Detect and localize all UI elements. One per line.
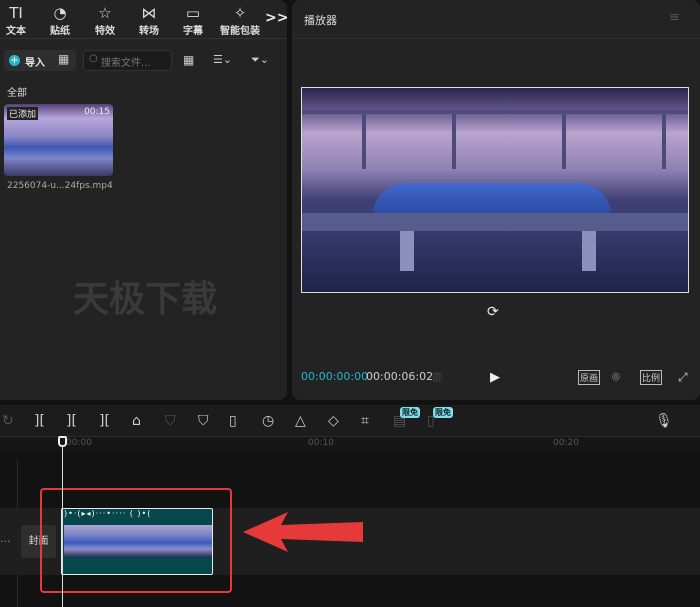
ruler-label: 00:20	[553, 438, 579, 448]
reverse-play-icon[interactable]: ◷	[262, 413, 274, 429]
timeline-grid-icon[interactable]: ▥	[432, 370, 442, 383]
more-tabs-button[interactable]: >>	[265, 10, 288, 26]
tab-label: 贴纸	[50, 26, 70, 37]
divider	[292, 38, 700, 39]
rotate-icon[interactable]: ⟳	[487, 304, 499, 320]
playhead[interactable]	[62, 437, 63, 607]
original-quality-button[interactable]: 原画	[578, 370, 601, 385]
tab-transition[interactable]: ⋈ 转场	[129, 4, 169, 37]
sticker-icon: ◔	[53, 4, 67, 22]
current-time: 00:00:00:00	[301, 370, 369, 383]
marker-icon[interactable]: ⛉	[198, 413, 209, 429]
import-label: 导入	[25, 58, 45, 69]
more-icon[interactable]: ···	[0, 535, 11, 548]
media-thumbnail[interactable]: 已添加 00:15	[4, 104, 113, 176]
tab-effects[interactable]: ☆ 特效	[85, 4, 125, 37]
media-panel: TI 文本 ◔ 贴纸 ☆ 特效 ⋈ 转场 ▭ 字幕 ✧ 智能包装 >> + 导入 ▦ ○ 搜索…	[0, 0, 288, 400]
tab-text[interactable]: TI 文本	[0, 4, 36, 37]
filter-all[interactable]: 全部	[7, 84, 27, 99]
tab-subtitle[interactable]: ▭ 字幕	[173, 4, 213, 37]
ratio-button[interactable]: 比例	[640, 370, 663, 385]
filter-icon[interactable]: ⏷⌄	[251, 53, 269, 67]
media-duration: 00:15	[84, 107, 110, 117]
limited-free-badge: 限免	[433, 407, 453, 418]
split-right-icon[interactable]: ][	[99, 413, 110, 429]
tab-sticker[interactable]: ◔ 贴纸	[40, 4, 80, 37]
crop-icon[interactable]: ⌗	[361, 413, 369, 429]
ruler-label: 00:00	[66, 438, 92, 448]
road	[302, 213, 688, 231]
redo-icon[interactable]: ↻	[2, 413, 14, 429]
tab-label: 智能包装	[220, 26, 260, 37]
playhead-handle[interactable]	[58, 436, 67, 447]
play-button[interactable]: ▶	[490, 370, 500, 385]
split-left-icon[interactable]: ][	[66, 413, 77, 429]
grid-view-icon[interactable]: ▦	[183, 53, 194, 67]
ruler-label: 00:10	[308, 438, 334, 448]
screenshot-icon[interactable]: ⌾	[612, 370, 620, 385]
search-placeholder: 搜索文件...	[101, 58, 151, 69]
mirror-icon[interactable]: △	[295, 413, 306, 429]
edit-toolbar: ↻ ][ ][ ][ ⌂ ⛉ ⛉ ▯ ◷ △ ◇ ⌗ ▤ ▯ 🎙	[0, 405, 700, 437]
tab-label: 转场	[139, 26, 159, 37]
subtitle-icon: ▭	[185, 4, 201, 22]
player-title: 播放器	[304, 14, 337, 27]
split-icon[interactable]: ][	[34, 413, 45, 429]
media-filename: 2256074-u...24fps.mp4	[7, 181, 113, 191]
search-icon: ○	[89, 53, 98, 64]
total-time: 00:00:06:02	[366, 370, 434, 383]
transition-icon: ⋈	[141, 4, 157, 22]
tab-smart-pack[interactable]: ✧ 智能包装	[218, 4, 262, 37]
plus-icon: +	[9, 55, 20, 66]
arrow-annotation	[243, 512, 363, 552]
timeline-ruler[interactable]: 00:00 00:10 00:20	[0, 437, 700, 451]
freeze-icon[interactable]: ▯	[229, 413, 237, 429]
qr-icon[interactable]: ▦	[58, 52, 69, 66]
far-bridge	[302, 110, 688, 114]
highlight-box	[40, 488, 232, 593]
fullscreen-icon[interactable]: ⤢	[678, 370, 688, 385]
sort-icon[interactable]: ☰⌄	[213, 53, 232, 66]
added-badge: 已添加	[7, 107, 39, 120]
ai-shield-icon[interactable]: ⛉	[165, 413, 176, 429]
tab-label: 文本	[6, 26, 26, 37]
effects-icon: ☆	[98, 4, 112, 22]
delete-icon[interactable]: ⌂	[132, 413, 141, 429]
limited-free-badge: 限免	[400, 407, 420, 418]
microphone-icon[interactable]: 🎙	[655, 413, 673, 429]
rotate-tool-icon[interactable]: ◇	[328, 413, 339, 429]
import-button[interactable]: + 导入 ▦	[4, 50, 76, 71]
video-preview[interactable]	[301, 87, 689, 293]
tab-label: 字幕	[183, 26, 203, 37]
tab-label: 特效	[95, 26, 115, 37]
smart-pack-icon: ✧	[233, 4, 247, 22]
text-icon: TI	[9, 4, 23, 22]
search-input[interactable]: ○ 搜索文件...	[83, 50, 172, 71]
menu-icon[interactable]: ≡	[669, 10, 680, 25]
divider	[0, 38, 287, 39]
watermark: 天极下载	[73, 279, 218, 320]
